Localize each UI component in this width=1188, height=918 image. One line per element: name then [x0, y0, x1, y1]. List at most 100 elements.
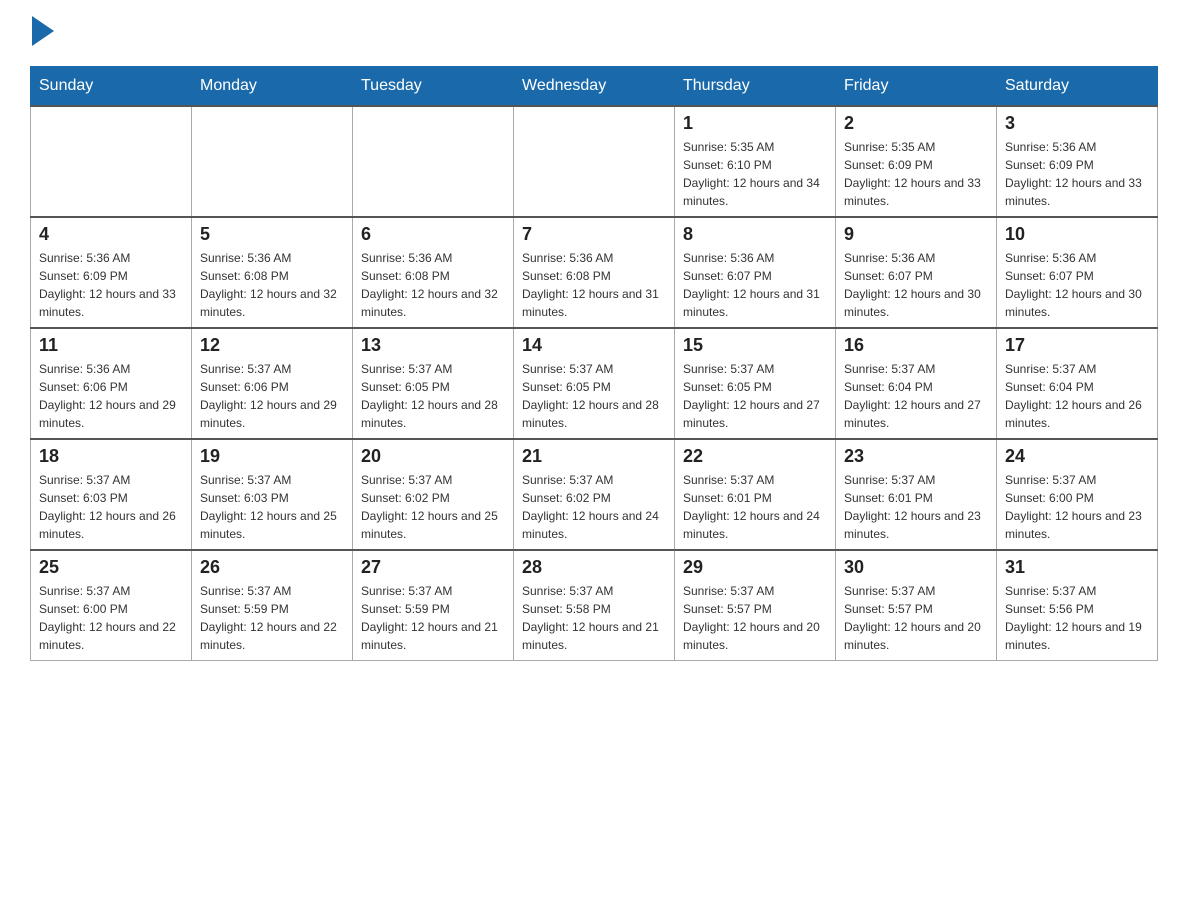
day-info: Sunrise: 5:36 AM Sunset: 6:09 PM Dayligh…	[39, 249, 183, 321]
day-info: Sunrise: 5:37 AM Sunset: 6:04 PM Dayligh…	[1005, 360, 1149, 432]
day-number: 7	[522, 224, 666, 245]
day-info: Sunrise: 5:37 AM Sunset: 6:04 PM Dayligh…	[844, 360, 988, 432]
day-number: 3	[1005, 113, 1149, 134]
calendar-cell	[514, 106, 675, 217]
calendar-cell: 5 Sunrise: 5:36 AM Sunset: 6:08 PM Daylig…	[192, 217, 353, 328]
calendar-cell: 1 Sunrise: 5:35 AM Sunset: 6:10 PM Daylig…	[675, 106, 836, 217]
calendar-cell: 13 Sunrise: 5:37 AM Sunset: 6:05 PM Dayli…	[353, 328, 514, 439]
calendar-cell: 24 Sunrise: 5:37 AM Sunset: 6:00 PM Dayli…	[997, 439, 1158, 550]
day-number: 4	[39, 224, 183, 245]
day-info: Sunrise: 5:37 AM Sunset: 6:00 PM Dayligh…	[39, 582, 183, 654]
calendar-cell: 17 Sunrise: 5:37 AM Sunset: 6:04 PM Dayli…	[997, 328, 1158, 439]
calendar-cell: 15 Sunrise: 5:37 AM Sunset: 6:05 PM Dayli…	[675, 328, 836, 439]
column-header-friday: Friday	[836, 67, 997, 107]
calendar-cell: 25 Sunrise: 5:37 AM Sunset: 6:00 PM Dayli…	[31, 550, 192, 661]
week-row-1: 1 Sunrise: 5:35 AM Sunset: 6:10 PM Daylig…	[31, 106, 1158, 217]
calendar-cell: 20Sunrise: 5:37 AM Sunset: 6:02 PM Dayli…	[353, 439, 514, 550]
day-number: 30	[844, 557, 988, 578]
week-row-3: 11 Sunrise: 5:36 AM Sunset: 6:06 PM Dayli…	[31, 328, 1158, 439]
column-header-sunday: Sunday	[31, 67, 192, 107]
day-info: Sunrise: 5:36 AM Sunset: 6:07 PM Dayligh…	[844, 249, 988, 321]
column-header-monday: Monday	[192, 67, 353, 107]
day-info: Sunrise: 5:37 AM Sunset: 5:57 PM Dayligh…	[683, 582, 827, 654]
calendar-cell: 30 Sunrise: 5:37 AM Sunset: 5:57 PM Dayli…	[836, 550, 997, 661]
day-info: Sunrise: 5:36 AM Sunset: 6:07 PM Dayligh…	[683, 249, 827, 321]
day-number: 21	[522, 446, 666, 467]
calendar-cell: 27 Sunrise: 5:37 AM Sunset: 5:59 PM Dayli…	[353, 550, 514, 661]
day-number: 17	[1005, 335, 1149, 356]
day-number: 31	[1005, 557, 1149, 578]
day-info: Sunrise: 5:37 AM Sunset: 6:01 PM Dayligh…	[683, 471, 827, 543]
day-number: 2	[844, 113, 988, 134]
day-number: 1	[683, 113, 827, 134]
day-number: 9	[844, 224, 988, 245]
calendar-cell: 3 Sunrise: 5:36 AM Sunset: 6:09 PM Daylig…	[997, 106, 1158, 217]
day-info: Sunrise: 5:37 AM Sunset: 5:59 PM Dayligh…	[200, 582, 344, 654]
calendar-cell: 29Sunrise: 5:37 AM Sunset: 5:57 PM Dayli…	[675, 550, 836, 661]
day-info: Sunrise: 5:36 AM Sunset: 6:08 PM Dayligh…	[522, 249, 666, 321]
calendar-cell: 31 Sunrise: 5:37 AM Sunset: 5:56 PM Dayli…	[997, 550, 1158, 661]
logo	[30, 20, 54, 46]
day-info: Sunrise: 5:37 AM Sunset: 6:05 PM Dayligh…	[522, 360, 666, 432]
day-number: 20	[361, 446, 505, 467]
day-number: 23	[844, 446, 988, 467]
day-number: 18	[39, 446, 183, 467]
day-info: Sunrise: 5:37 AM Sunset: 6:03 PM Dayligh…	[39, 471, 183, 543]
day-number: 11	[39, 335, 183, 356]
day-number: 27	[361, 557, 505, 578]
day-info: Sunrise: 5:36 AM Sunset: 6:09 PM Dayligh…	[1005, 138, 1149, 210]
calendar-cell: 28 Sunrise: 5:37 AM Sunset: 5:58 PM Dayli…	[514, 550, 675, 661]
day-info: Sunrise: 5:37 AM Sunset: 6:00 PM Dayligh…	[1005, 471, 1149, 543]
logo-arrow-icon	[32, 16, 54, 46]
calendar-cell: 22Sunrise: 5:37 AM Sunset: 6:01 PM Dayli…	[675, 439, 836, 550]
day-info: Sunrise: 5:35 AM Sunset: 6:10 PM Dayligh…	[683, 138, 827, 210]
column-header-thursday: Thursday	[675, 67, 836, 107]
calendar-cell: 7 Sunrise: 5:36 AM Sunset: 6:08 PM Daylig…	[514, 217, 675, 328]
day-info: Sunrise: 5:37 AM Sunset: 6:05 PM Dayligh…	[683, 360, 827, 432]
calendar-cell	[192, 106, 353, 217]
day-info: Sunrise: 5:37 AM Sunset: 6:02 PM Dayligh…	[522, 471, 666, 543]
week-row-5: 25 Sunrise: 5:37 AM Sunset: 6:00 PM Dayli…	[31, 550, 1158, 661]
day-info: Sunrise: 5:37 AM Sunset: 6:06 PM Dayligh…	[200, 360, 344, 432]
day-info: Sunrise: 5:36 AM Sunset: 6:08 PM Dayligh…	[361, 249, 505, 321]
calendar-table: SundayMondayTuesdayWednesdayThursdayFrid…	[30, 66, 1158, 661]
day-number: 13	[361, 335, 505, 356]
day-number: 15	[683, 335, 827, 356]
day-info: Sunrise: 5:36 AM Sunset: 6:07 PM Dayligh…	[1005, 249, 1149, 321]
day-info: Sunrise: 5:37 AM Sunset: 5:58 PM Dayligh…	[522, 582, 666, 654]
day-number: 24	[1005, 446, 1149, 467]
day-number: 10	[1005, 224, 1149, 245]
day-number: 19	[200, 446, 344, 467]
calendar-cell: 16 Sunrise: 5:37 AM Sunset: 6:04 PM Dayli…	[836, 328, 997, 439]
day-info: Sunrise: 5:35 AM Sunset: 6:09 PM Dayligh…	[844, 138, 988, 210]
day-info: Sunrise: 5:37 AM Sunset: 5:56 PM Dayligh…	[1005, 582, 1149, 654]
week-row-2: 4 Sunrise: 5:36 AM Sunset: 6:09 PM Daylig…	[31, 217, 1158, 328]
calendar-cell: 9 Sunrise: 5:36 AM Sunset: 6:07 PM Daylig…	[836, 217, 997, 328]
column-header-saturday: Saturday	[997, 67, 1158, 107]
calendar-cell: 18 Sunrise: 5:37 AM Sunset: 6:03 PM Dayli…	[31, 439, 192, 550]
calendar-cell	[353, 106, 514, 217]
calendar-cell: 2 Sunrise: 5:35 AM Sunset: 6:09 PM Daylig…	[836, 106, 997, 217]
column-header-wednesday: Wednesday	[514, 67, 675, 107]
day-number: 12	[200, 335, 344, 356]
day-number: 28	[522, 557, 666, 578]
day-number: 25	[39, 557, 183, 578]
calendar-cell: 6 Sunrise: 5:36 AM Sunset: 6:08 PM Daylig…	[353, 217, 514, 328]
day-number: 16	[844, 335, 988, 356]
day-number: 8	[683, 224, 827, 245]
column-header-tuesday: Tuesday	[353, 67, 514, 107]
day-info: Sunrise: 5:37 AM Sunset: 5:57 PM Dayligh…	[844, 582, 988, 654]
day-number: 6	[361, 224, 505, 245]
day-info: Sunrise: 5:37 AM Sunset: 6:05 PM Dayligh…	[361, 360, 505, 432]
calendar-cell: 11 Sunrise: 5:36 AM Sunset: 6:06 PM Dayli…	[31, 328, 192, 439]
day-info: Sunrise: 5:37 AM Sunset: 6:03 PM Dayligh…	[200, 471, 344, 543]
day-info: Sunrise: 5:36 AM Sunset: 6:06 PM Dayligh…	[39, 360, 183, 432]
day-number: 14	[522, 335, 666, 356]
day-info: Sunrise: 5:36 AM Sunset: 6:08 PM Dayligh…	[200, 249, 344, 321]
day-number: 5	[200, 224, 344, 245]
day-info: Sunrise: 5:37 AM Sunset: 5:59 PM Dayligh…	[361, 582, 505, 654]
calendar-cell: 19 Sunrise: 5:37 AM Sunset: 6:03 PM Dayli…	[192, 439, 353, 550]
week-row-4: 18 Sunrise: 5:37 AM Sunset: 6:03 PM Dayli…	[31, 439, 1158, 550]
day-number: 26	[200, 557, 344, 578]
calendar-cell: 26 Sunrise: 5:37 AM Sunset: 5:59 PM Dayli…	[192, 550, 353, 661]
